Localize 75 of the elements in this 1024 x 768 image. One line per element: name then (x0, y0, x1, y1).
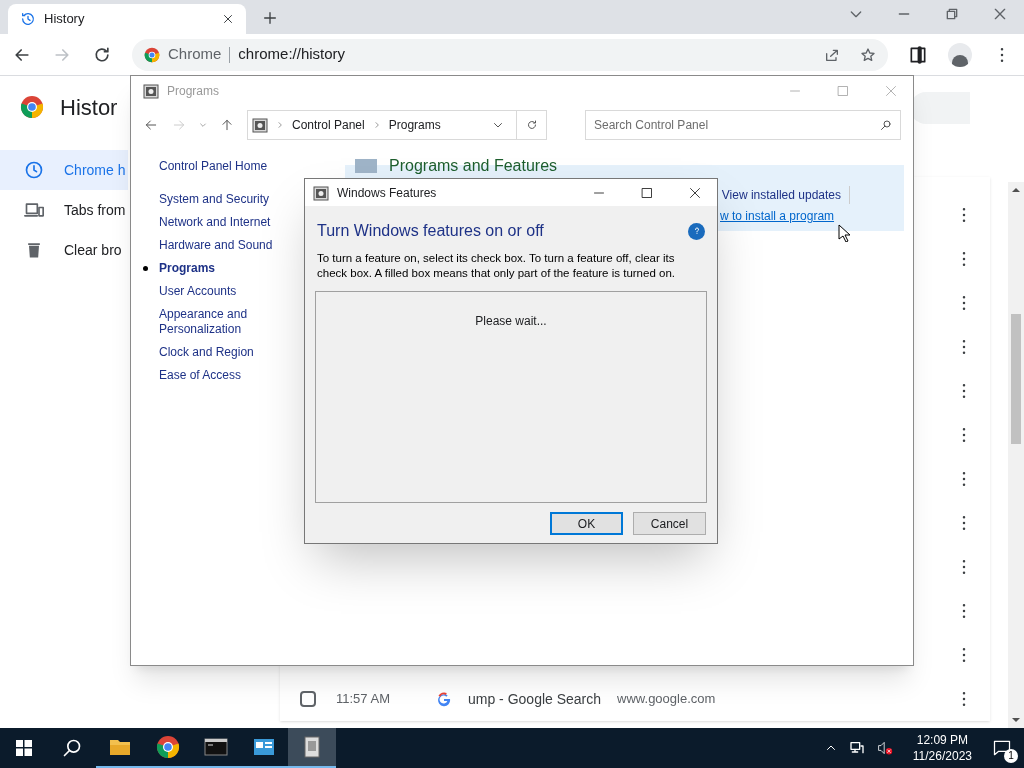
notification-count: 1 (1004, 749, 1018, 763)
cancel-button[interactable]: Cancel (633, 512, 706, 535)
nav-link[interactable]: User Accounts (159, 284, 289, 299)
breadcrumb-item[interactable]: Programs (388, 116, 441, 134)
chrome-icon (144, 46, 160, 63)
page-link[interactable]: ump - Google Search (468, 688, 602, 710)
url-text: chrome://history (238, 44, 346, 65)
star-icon[interactable] (860, 46, 876, 63)
notification-button[interactable]: 1 (980, 728, 1024, 768)
browser-tab[interactable]: History (8, 4, 246, 34)
nav-link[interactable]: Appearance and Personalization (159, 307, 289, 337)
chrome-logo-icon (20, 95, 44, 119)
devices-icon (24, 200, 44, 220)
nav-link[interactable]: Hardware and Sound (159, 238, 289, 253)
ok-button[interactable]: OK (550, 512, 623, 535)
row-checkbox[interactable] (300, 691, 316, 707)
search-icon (62, 738, 82, 758)
breadcrumb-item[interactable]: Control Panel (292, 116, 365, 134)
sidebar-item[interactable]: Chrome h (0, 150, 128, 190)
status-text: Please wait... (475, 313, 547, 327)
google-icon (436, 691, 452, 707)
sidebar-item[interactable]: Clear bro (0, 230, 128, 270)
chat-icon (992, 738, 1012, 758)
address-bar[interactable]: Chrome chrome://history (132, 38, 888, 71)
close-icon[interactable] (689, 186, 701, 199)
network-icon[interactable] (848, 740, 865, 756)
maximize-icon[interactable] (641, 186, 653, 199)
sidebar-item[interactable]: Tabs from (0, 190, 128, 230)
mouse-pointer-icon (838, 224, 850, 242)
scrollbar[interactable] (1008, 182, 1024, 728)
window-title: Programs (167, 82, 219, 100)
close-icon[interactable] (992, 6, 1008, 22)
dialog-heading: Turn Windows features on or off (317, 221, 545, 241)
chevron-right-icon (372, 121, 381, 129)
dialog-description: To turn a feature on, select its check box. To turn a feature off, clear its check box. A filled box means that only part of the feature is turned on. (316, 251, 676, 281)
address-bar[interactable]: Control Panel Programs (247, 110, 547, 140)
muted-speaker-icon[interactable] (876, 740, 893, 756)
nav-link[interactable]: Control Panel Home (159, 159, 289, 174)
bullet-icon (143, 266, 148, 271)
taskbar-app[interactable] (288, 728, 336, 768)
features-icon (313, 184, 329, 201)
close-icon[interactable] (222, 13, 234, 25)
section-heading[interactable]: Programs and Features (389, 157, 558, 175)
domain-text: www.google.com (617, 690, 716, 709)
nav-link[interactable]: System and Security (159, 192, 289, 207)
nav-link[interactable]: Programs (159, 261, 289, 276)
install-link[interactable]: w to install a program (720, 207, 850, 225)
chrome-icon (156, 735, 180, 759)
site-label: Chrome (168, 44, 222, 65)
search-icon (880, 119, 892, 131)
control-panel-icon (143, 82, 159, 99)
updates-link[interactable]: View installed updates (720, 186, 850, 204)
visit-time: 11:57 AM (336, 690, 391, 709)
control-panel-icon (252, 117, 268, 133)
dialog-title: Windows Features (337, 184, 437, 202)
new-tab-icon[interactable] (262, 10, 278, 26)
terminal-icon (204, 735, 228, 759)
chevron-right-icon (276, 121, 284, 129)
history-icon (20, 11, 36, 27)
side-panel-icon[interactable] (908, 44, 928, 65)
tab-title: History (44, 10, 86, 29)
programs-icon (355, 159, 377, 173)
nav-link[interactable]: Ease of Access (159, 368, 289, 383)
help-icon[interactable] (688, 222, 705, 240)
refresh-icon (525, 119, 538, 131)
clock[interactable]: 12:09 PM 11/26/2023 (904, 732, 980, 764)
windows-logo-icon (16, 740, 32, 756)
search-field[interactable]: Search Control Panel (585, 110, 901, 140)
restore-icon[interactable] (944, 6, 960, 22)
nav-link[interactable]: Network and Internet (159, 215, 289, 230)
page-title: Histor (60, 93, 118, 122)
nav-link[interactable]: Clock and Region (159, 345, 289, 360)
up-icon[interactable] (219, 117, 235, 133)
profile-avatar[interactable] (948, 42, 972, 67)
clock-icon (24, 160, 44, 180)
